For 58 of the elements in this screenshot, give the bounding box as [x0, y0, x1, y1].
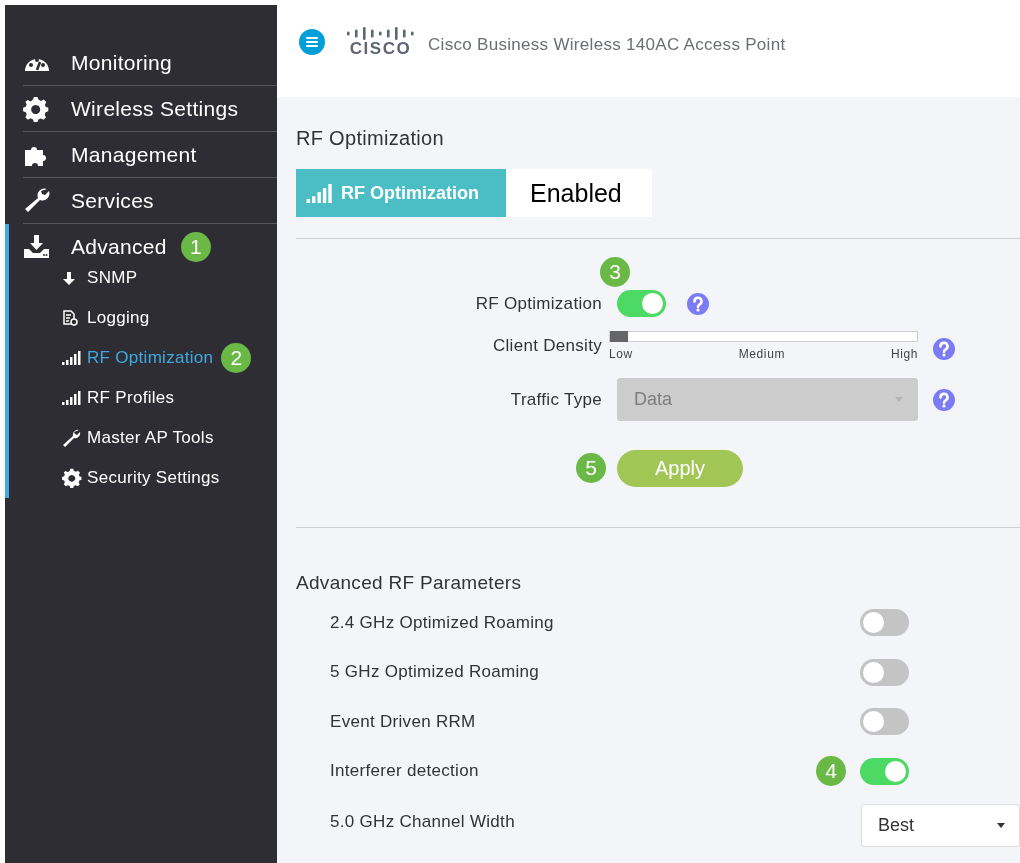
- section-title: RF Optimization: [296, 127, 445, 150]
- wrench-icon: [23, 187, 50, 214]
- slider-tick-label: Medium: [738, 347, 785, 361]
- step-badge: 3: [600, 257, 630, 287]
- signal-icon: [62, 351, 81, 365]
- arrow-down-icon: [62, 270, 76, 286]
- menu-item[interactable]: Advanced: [71, 234, 167, 259]
- toggle-switch[interactable]: [860, 757, 909, 785]
- submenu-item[interactable]: RF Profiles: [87, 388, 175, 408]
- setting-label: 2.4 GHz Optimized Roaming: [330, 612, 554, 633]
- slider-tick-label: Low: [609, 347, 633, 361]
- submenu-item[interactable]: Security Settings: [87, 468, 220, 488]
- field-label: Client Density: [491, 336, 602, 356]
- slider-thumb[interactable]: [610, 331, 628, 342]
- toggle-switch[interactable]: [860, 708, 909, 736]
- step-badge: 1: [180, 231, 211, 262]
- toggle-switch[interactable]: [860, 609, 909, 637]
- toggle-switch[interactable]: [860, 658, 909, 686]
- menu-item[interactable]: Monitoring: [71, 50, 173, 75]
- toggle-switch[interactable]: [617, 290, 666, 317]
- dropdown[interactable]: Best: [861, 804, 1020, 847]
- menu-item[interactable]: Wireless Settings: [71, 96, 239, 121]
- download-icon: [23, 234, 50, 259]
- wrench-icon: [62, 428, 81, 448]
- app-title: Cisco Business Wireless 140AC Access Point: [428, 34, 786, 55]
- help-icon: [933, 338, 955, 360]
- help-icon: [933, 388, 955, 411]
- setting-label: Interferer detection: [330, 761, 479, 782]
- step-badge: 4: [816, 755, 846, 786]
- setting-label: 5 GHz Optimized Roaming: [330, 662, 540, 683]
- logo-text: CISCO: [349, 41, 412, 57]
- caret-icon: [997, 823, 1005, 828]
- submenu-item[interactable]: SNMP: [87, 268, 138, 288]
- submenu-item[interactable]: Logging: [87, 308, 150, 328]
- step-badge: 5: [576, 453, 606, 483]
- step-badge: 2: [221, 343, 252, 373]
- menu-item[interactable]: Services: [71, 188, 154, 213]
- setting-label: 5.0 GHz Channel Width: [330, 811, 515, 832]
- gear-icon: [23, 95, 49, 122]
- submenu-item[interactable]: Master AP Tools: [87, 428, 214, 448]
- slider[interactable]: [609, 331, 918, 342]
- caret-icon: [895, 397, 903, 402]
- status-value: Enabled: [506, 169, 652, 217]
- help-icon: [687, 292, 709, 315]
- submenu-item[interactable]: RF Optimization: [87, 348, 214, 368]
- field-label: Traffic Type: [509, 389, 602, 410]
- setting-label: Event Driven RRM: [330, 711, 476, 732]
- section-title: Advanced RF Parameters: [296, 572, 523, 594]
- signal-icon: [62, 391, 81, 405]
- gear-icon: [62, 468, 82, 488]
- status-label: RF Optimization: [296, 169, 506, 217]
- document-icon: [62, 310, 78, 326]
- menu-item[interactable]: Management: [71, 142, 197, 167]
- signal-icon: [306, 183, 333, 203]
- slider-tick-label: High: [890, 347, 918, 361]
- logo-bars-icon: [347, 26, 414, 41]
- field-label: RF Optimization: [474, 293, 602, 315]
- menu-icon[interactable]: [299, 28, 325, 55]
